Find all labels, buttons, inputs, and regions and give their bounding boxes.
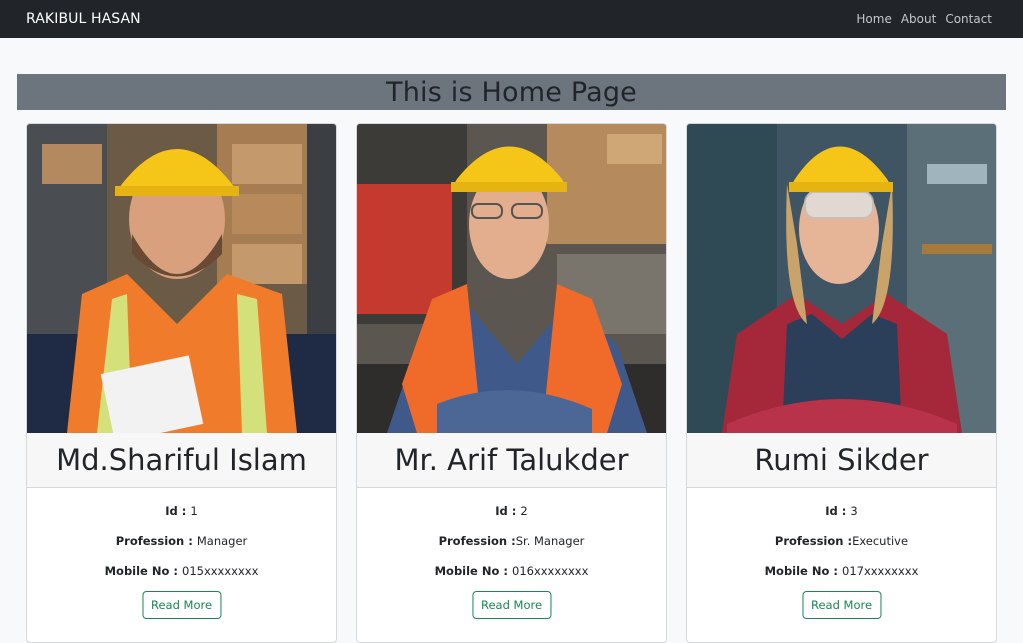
employee-name-header: Md.Shariful Islam xyxy=(27,433,336,488)
employee-mobile: Mobile No : 016xxxxxxxx xyxy=(434,564,589,578)
employee-card: Rumi Sikder Id : 3 Profession :Executive… xyxy=(686,123,997,643)
employee-profession: Profession :Executive xyxy=(774,534,909,548)
nav-links: Home About Contact xyxy=(856,12,992,26)
employee-name-header: Mr. Arif Talukder xyxy=(357,433,666,488)
employee-name: Rumi Sikder xyxy=(754,443,929,477)
nav-link-contact[interactable]: Contact xyxy=(945,12,992,26)
employee-mobile: Mobile No : 015xxxxxxxx xyxy=(104,564,259,578)
read-more-button[interactable]: Read More xyxy=(801,591,882,619)
employee-profession: Profession : Manager xyxy=(115,534,248,548)
employee-id: Id : 1 xyxy=(165,504,198,518)
brand-name[interactable]: RAKIBUL HASAN xyxy=(26,11,141,27)
employee-name-header: Rumi Sikder xyxy=(687,433,996,488)
employee-name: Md.Shariful Islam xyxy=(56,443,307,477)
top-navbar: RAKIBUL HASAN Home About Contact xyxy=(0,0,1023,38)
page-title: This is Home Page xyxy=(386,77,637,108)
employee-mobile: Mobile No : 017xxxxxxxx xyxy=(764,564,919,578)
employee-photo xyxy=(687,124,996,433)
employee-id: Id : 3 xyxy=(825,504,858,518)
employee-profession: Profession :Sr. Manager xyxy=(438,534,585,548)
nav-link-home[interactable]: Home xyxy=(856,12,891,26)
nav-link-about[interactable]: About xyxy=(901,12,936,26)
employee-photo xyxy=(357,124,666,433)
employee-name: Mr. Arif Talukder xyxy=(394,443,629,477)
read-more-button[interactable]: Read More xyxy=(471,591,552,619)
read-more-button[interactable]: Read More xyxy=(141,591,222,619)
employee-card: Mr. Arif Talukder Id : 2 Profession :Sr.… xyxy=(356,123,667,643)
employee-card: Md.Shariful Islam Id : 1 Profession : Ma… xyxy=(26,123,337,643)
page-title-banner: This is Home Page xyxy=(17,74,1006,110)
employee-photo xyxy=(27,124,336,433)
employee-id: Id : 2 xyxy=(495,504,528,518)
